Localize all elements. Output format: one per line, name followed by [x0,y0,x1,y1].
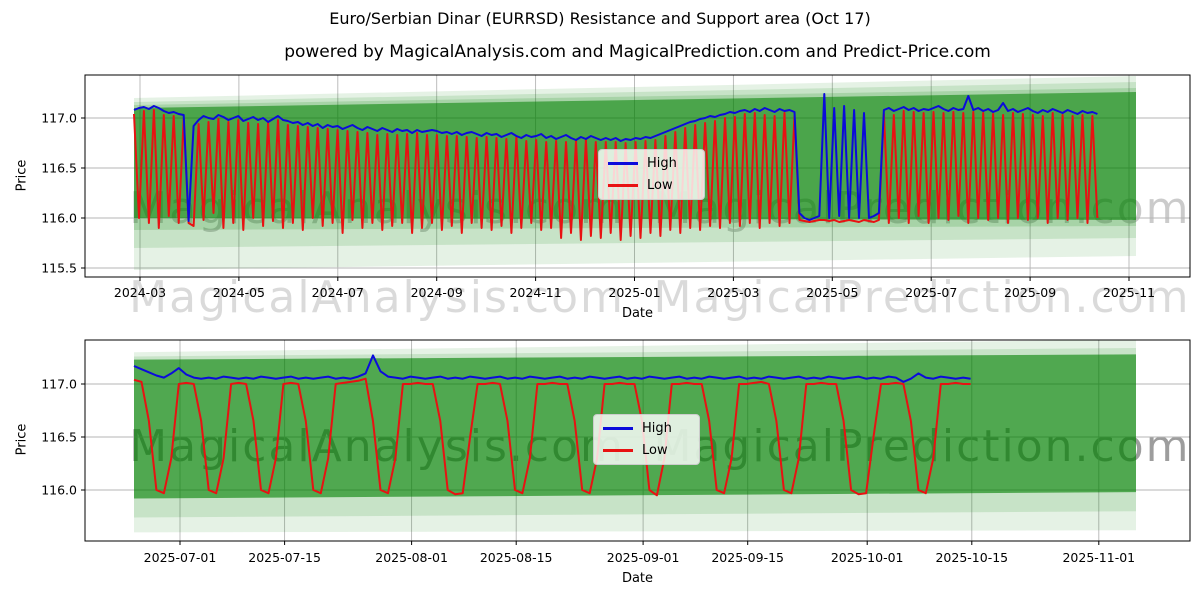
x-tick-label: 2024-09 [411,285,463,300]
x-tick-label: 2025-03 [707,285,759,300]
y-tick-label: 116.0 [41,211,77,226]
legend-item-high: High [603,422,689,435]
figure-subtitle: powered by MagicalAnalysis.com and Magic… [85,42,1190,62]
x-tick-label: 2025-01 [608,285,660,300]
legend-top-chart: High Low [598,149,705,200]
y-tick-label: 117.0 [41,111,77,126]
x-tick-label: 2025-09-15 [711,550,784,565]
x-tick-label: 2025-09 [1004,285,1056,300]
x-tick-label: 2025-10-15 [935,550,1008,565]
y-tick-label: 115.5 [41,261,77,276]
x-tick-label: 2024-07 [312,285,364,300]
x-tick-label: 2025-05 [806,285,858,300]
x-tick-label: 2025-09-01 [607,550,680,565]
legend-item-low: Low [608,179,694,192]
x-tick-label: 2025-10-01 [831,550,904,565]
x-tick-label: 2024-03 [114,285,166,300]
x-tick-label: 2024-05 [213,285,265,300]
low-line-swatch-icon [603,449,633,452]
x-tick-label: 2025-08-15 [480,550,553,565]
x-axis-label-date-top: Date [85,306,1190,321]
charts-canvas: 2024-03 2024-05 2024-07 2024-09 2024-11 2025-… [0,0,1200,600]
x-tick-label: 2025-11-01 [1062,550,1135,565]
legend-low-label: Low [642,444,668,457]
y-tick-label: 116.0 [41,483,77,498]
figure-title: Euro/Serbian Dinar (EURRSD) Resistance a… [0,9,1200,28]
x-axis-label-date-bottom: Date [85,571,1190,586]
y-axis-label-price-top: Price [15,146,30,206]
legend-high-label: High [647,157,677,170]
x-tick-label: 2025-07-15 [248,550,321,565]
figure: MagicalAnalysis.com MagicalPrediction.co… [0,0,1200,600]
x-tick-label: 2025-08-01 [375,550,448,565]
legend-bottom-chart: High Low [593,414,700,465]
y-tick-label: 116.5 [41,430,77,445]
low-line-swatch-icon [608,184,638,187]
y-tick-label: 117.0 [41,377,77,392]
legend-item-low: Low [603,444,689,457]
x-tick-label: 2025-07-01 [144,550,217,565]
x-tick-label: 2025-07 [905,285,957,300]
high-line-swatch-icon [608,162,638,165]
x-tick-label: 2024-11 [509,285,561,300]
legend-low-label: Low [647,179,673,192]
y-axis-label-price-bottom: Price [15,410,30,470]
legend-high-label: High [642,422,672,435]
legend-item-high: High [608,157,694,170]
high-line-swatch-icon [603,427,633,430]
y-tick-label: 116.5 [41,161,77,176]
x-tick-label: 2025-11 [1103,285,1155,300]
